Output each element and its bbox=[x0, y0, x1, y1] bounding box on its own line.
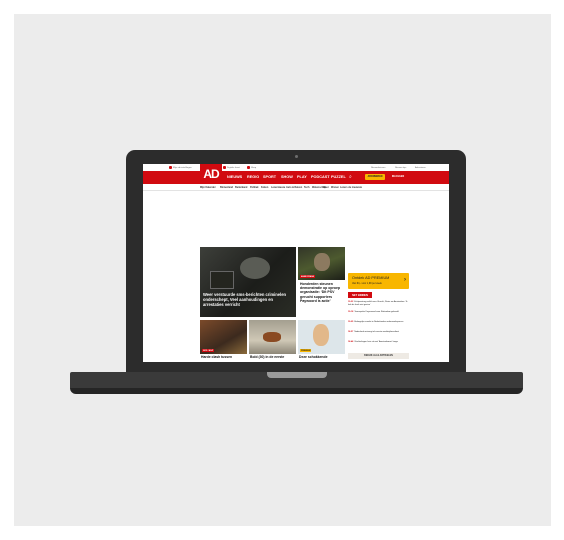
bottom3-tag: PREMIUM bbox=[300, 349, 312, 352]
news-item[interactable]: 19:22Echtpaartrag asfalt naar Utrecht; R… bbox=[348, 301, 409, 306]
bottom2-photo-animal bbox=[263, 332, 281, 342]
main-photo-screen bbox=[210, 271, 234, 289]
news-text: Belangrijke vondst in Nederlandse onderz… bbox=[354, 321, 404, 323]
login-button[interactable]: INLOGGEN bbox=[389, 174, 407, 180]
topbar-link-newsletters[interactable]: Nieuwsbrieven bbox=[371, 167, 385, 169]
news-time: 19:05 bbox=[348, 321, 354, 323]
second-tag: ANNE FRANK bbox=[300, 275, 316, 278]
main-nav: NIEUWS REGIO SPORT SHOW PLAY PODCAST PUZ… bbox=[143, 171, 449, 184]
news-text: Nederland ontvangt als eerste wedstrijdr… bbox=[354, 331, 399, 333]
second-headline: Honderden steunen demonstratie op oproep… bbox=[300, 282, 341, 303]
news-time: 18:48 bbox=[348, 341, 354, 343]
content-area: Weer verstuurde sms-berichten criminelen… bbox=[143, 190, 449, 362]
news-text: Teamspeler Feyenoord naar Rotterdam geha… bbox=[354, 311, 399, 313]
nav-item-regio[interactable]: REGIO bbox=[247, 175, 259, 179]
nav-item-nieuws[interactable]: NIEUWS bbox=[227, 175, 242, 179]
main-headline: Weer verstuurde sms-berichten criminelen… bbox=[203, 292, 286, 307]
news-time: 18:57 bbox=[348, 331, 354, 333]
news-text: Vluchtelingen huis uit met 'Amsterdamse'… bbox=[354, 341, 398, 343]
news-time: 19:22 bbox=[348, 301, 354, 303]
subnav-item[interactable]: Binnenland bbox=[220, 186, 233, 189]
topbar-label: Digitale krant bbox=[227, 166, 240, 169]
shop-icon bbox=[247, 166, 250, 169]
subnav-item[interactable]: Lezerskeuze bbox=[271, 186, 285, 189]
bottom1-tag: NOS / ANP bbox=[202, 349, 215, 352]
main-photo-shape bbox=[240, 257, 270, 279]
subnav-item[interactable]: Lezers de nieuwste bbox=[340, 186, 362, 189]
laptop-base-edge bbox=[70, 388, 523, 394]
headline-tile-main[interactable]: Weer verstuurde sms-berichten criminelen… bbox=[200, 247, 296, 317]
headline-tile-bottom-2[interactable]: Bold (30) in de eerste bbox=[249, 320, 296, 362]
webcam bbox=[295, 155, 298, 158]
subnav-item[interactable]: Mijn Kalender bbox=[200, 186, 216, 189]
laptop-screen: Mijn ad-instellingen TV-Gids Digitale kr… bbox=[143, 164, 449, 362]
news-text: Echtpaartrag asfalt naar Utrecht; Ruzie … bbox=[348, 301, 408, 306]
search-icon[interactable]: ⌕ bbox=[349, 174, 352, 180]
view-all-articles-button[interactable]: BEKIJK ALLE ARTIKELEN bbox=[348, 353, 409, 359]
topbar-link-krant[interactable]: Digitale krant bbox=[223, 166, 240, 169]
topbar-link-shop[interactable]: Shop bbox=[247, 166, 256, 169]
subnav-item[interactable]: Weer bbox=[323, 186, 329, 189]
subnav-item[interactable]: Wonen bbox=[331, 186, 339, 189]
nav-item-podcast[interactable]: PODCAST bbox=[311, 175, 330, 179]
second-photo-person bbox=[314, 253, 330, 271]
laptop-lid: Mijn ad-instellingen TV-Gids Digitale kr… bbox=[126, 150, 466, 372]
topbar-link-advertise[interactable]: Adverteren bbox=[415, 167, 426, 169]
newspaper-icon bbox=[223, 166, 226, 169]
nav-item-puzzel[interactable]: PUZZEL bbox=[331, 175, 346, 179]
chevron-right-icon: › bbox=[404, 277, 406, 283]
bottom3-headline: Deze schokkende bbox=[299, 355, 328, 359]
premium-promo[interactable]: Ontdek AD PREMIUM Van €4,- voor 1,99 per… bbox=[348, 273, 409, 289]
subnav-item[interactable]: Koken bbox=[261, 186, 268, 189]
topbar-link-tips[interactable]: Nieuws-tips bbox=[395, 167, 406, 169]
ad-logo[interactable]: AD bbox=[200, 164, 222, 183]
subnav-item[interactable]: Politiek bbox=[250, 186, 259, 189]
premium-line-2: Van €4,- voor 1,99 per week bbox=[352, 281, 382, 285]
subnav-item[interactable]: Buitenland bbox=[235, 186, 247, 189]
top-utility-bar: Mijn ad-instellingen TV-Gids Digitale kr… bbox=[143, 164, 449, 171]
headline-tile-bottom-3[interactable]: PREMIUM Deze schokkende bbox=[298, 320, 345, 362]
headline-tile-second[interactable]: ANNE FRANK Honderden steunen demonstrati… bbox=[298, 247, 345, 317]
premium-line-1: Ontdek AD PREMIUM bbox=[352, 276, 390, 280]
topbar-link-settings[interactable]: Mijn ad-instellingen bbox=[169, 166, 192, 169]
bottom2-headline: Bold (30) in de eerste bbox=[250, 355, 285, 359]
topbar-label: Mijn ad-instellingen bbox=[173, 166, 192, 169]
bottom3-photo-person bbox=[313, 324, 329, 346]
nav-item-show[interactable]: SHOW bbox=[281, 175, 293, 179]
news-item[interactable]: 18:48Vluchtelingen huis uit met 'Amsterd… bbox=[348, 341, 409, 344]
subnav-item[interactable]: Auto & Reizen bbox=[286, 186, 302, 189]
bottom1-headline: Harde clash tussen bbox=[201, 355, 233, 359]
news-item[interactable]: 19:05Belangrijke vondst in Nederlandse o… bbox=[348, 321, 409, 324]
news-time: 19:18 bbox=[348, 311, 354, 313]
nav-item-play[interactable]: PLAY bbox=[297, 175, 307, 179]
nav-item-sport[interactable]: SPORT bbox=[263, 175, 276, 179]
subnav-item[interactable]: Tech bbox=[304, 186, 309, 189]
news-item[interactable]: 19:18Teamspeler Feyenoord naar Rotterdam… bbox=[348, 311, 409, 314]
subscribe-button[interactable]: ABONNEREN bbox=[365, 174, 385, 180]
headline-tile-bottom-1[interactable]: NOS / ANP Harde clash tussen bbox=[200, 320, 247, 362]
topbar-label: Shop bbox=[251, 166, 257, 169]
news-item[interactable]: 18:57Nederland ontvangt als eerste wedst… bbox=[348, 331, 409, 334]
settings-icon bbox=[169, 166, 172, 169]
net-binnen-label: NET BINNEN bbox=[348, 292, 372, 298]
laptop-trackpad-notch bbox=[267, 372, 327, 378]
